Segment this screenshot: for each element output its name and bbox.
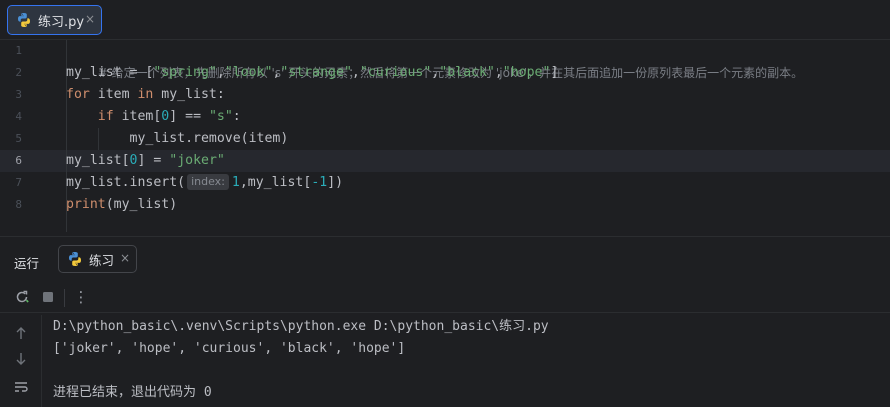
editor-tab-label: 练习.py [38, 14, 85, 30]
number-token: -1 [311, 175, 328, 190]
string-token: "black" [439, 65, 495, 80]
run-panel: 运行 练习 × ⋮ D:\python_basic\.venv\Scripts\… [0, 236, 890, 407]
string-token: "curious" [359, 65, 432, 80]
toolbar-divider [64, 289, 65, 307]
line-number-current: 6 [15, 154, 22, 167]
code-line-5: my_list.remove(item) [66, 128, 289, 150]
code-token: my_list.remove(item) [66, 131, 289, 146]
line-number: 8 [15, 198, 22, 211]
string-token: "spring" [153, 65, 217, 80]
code-line-2: my_list = ["spring","look","strange","cu… [66, 62, 558, 84]
close-icon[interactable]: × [85, 12, 95, 26]
run-tab-label: 练习 [89, 252, 115, 268]
line-number: 1 [15, 44, 22, 57]
code-token: (my_list) [105, 197, 178, 212]
scroll-down-icon[interactable] [11, 349, 31, 369]
console-exit-message: 进程已结束，退出代码为 0 [53, 385, 212, 400]
code-token: : [232, 109, 241, 124]
line-number: 5 [15, 132, 22, 145]
run-panel-title: 运行 [14, 256, 40, 271]
editor-tab-bar: 练习.py × [0, 0, 890, 40]
code-line-3: for item in my_list: [66, 84, 225, 106]
keyword-token: if [97, 109, 114, 124]
code-line-7: my_list.insert(index: 1,my_list[-1]) [66, 172, 343, 194]
string-token: "s" [208, 109, 233, 124]
keyword-token: in [137, 87, 154, 102]
code-line-6: my_list[0] = "joker" [66, 150, 225, 172]
close-icon[interactable]: × [120, 251, 130, 265]
code-line-1: # 给定一个列表，先删除所有以 's' 开头的元素；然后将第一个元素修改为 'j… [66, 40, 803, 80]
editor-tab-file[interactable]: 练习.py × [7, 5, 102, 35]
run-config-tab[interactable]: 练习 × [58, 245, 137, 273]
code-token: item[ [113, 109, 162, 124]
code-token: my_list.insert( [66, 175, 186, 190]
string-token: "look" [224, 65, 273, 80]
run-toolbar: ⋮ [0, 283, 890, 313]
line-number-gutter: 1 2 3 4 5 6 7 8 [0, 40, 48, 232]
keyword-token: for [66, 87, 90, 102]
stop-icon[interactable] [38, 287, 58, 307]
code-token: ]) [327, 175, 344, 190]
code-line-8: print(my_list) [66, 194, 177, 216]
string-token: "strange" [280, 65, 352, 80]
code-token: , [494, 65, 503, 80]
more-options-icon[interactable]: ⋮ [71, 287, 91, 307]
python-file-icon [18, 13, 30, 27]
code-token: my_list: [153, 87, 225, 102]
code-token: my_list[ [66, 153, 130, 168]
console-command-line: D:\python_basic\.venv\Scripts\python.exe… [53, 319, 549, 334]
number-token: 1 [231, 175, 240, 190]
builtin-token: print [66, 197, 106, 212]
code-token: , [216, 65, 225, 80]
code-token: ] = [137, 153, 170, 168]
rerun-icon[interactable] [12, 287, 32, 307]
console-side-toolbar [0, 315, 42, 407]
parameter-hint: index: [187, 174, 229, 190]
line-number: 4 [15, 110, 22, 123]
soft-wrap-icon[interactable] [11, 377, 31, 397]
line-number: 2 [15, 66, 22, 79]
python-file-icon [69, 252, 81, 266]
code-editor[interactable]: 1 2 3 4 5 6 7 8 # 给定一个列表，先删除所有以 's' 开头的元… [0, 40, 890, 232]
code-token: ] == [169, 109, 209, 124]
scroll-up-icon[interactable] [11, 323, 31, 343]
code-token: ] [550, 65, 559, 80]
line-number: 3 [15, 88, 22, 101]
string-token: "joker" [169, 153, 225, 168]
line-number: 7 [15, 176, 22, 189]
code-token: ,my_list[ [239, 175, 312, 190]
string-token: "hope" [502, 65, 551, 80]
code-line-4: if item[0] == "s": [66, 106, 241, 128]
code-token: item [89, 87, 138, 102]
code-token: , [351, 65, 360, 80]
code-token: my_list = [ [66, 65, 154, 80]
console-output-line: ['joker', 'hope', 'curious', 'black', 'h… [53, 341, 406, 356]
